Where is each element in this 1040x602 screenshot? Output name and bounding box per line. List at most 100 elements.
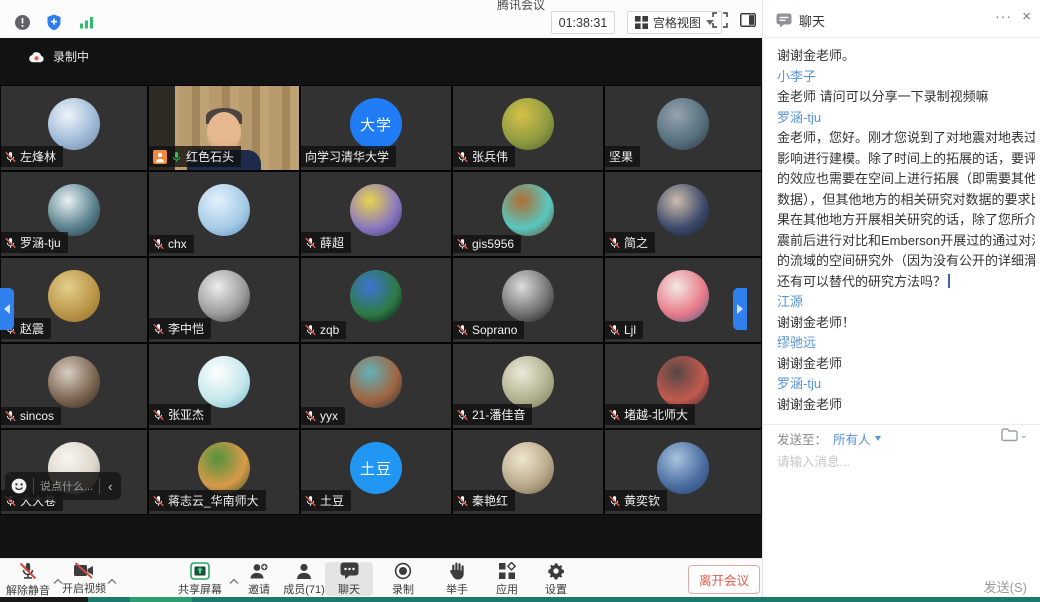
chat-message-line: 的效应也需要在空间上进行拓展（即需要其他地方的相 [777, 169, 1035, 190]
participant-tile[interactable]: gis5956 [453, 172, 603, 256]
collapse-chevron-icon[interactable]: ‹ [106, 479, 114, 494]
avatar [502, 98, 554, 150]
meeting-status-icons [10, 11, 106, 33]
participant-tile[interactable]: 秦艳红 [453, 430, 603, 514]
members-icon [295, 562, 313, 580]
participant-tile[interactable]: chx [149, 172, 299, 256]
participant-name: chx [168, 237, 187, 251]
network-signal-icon[interactable] [74, 11, 98, 33]
mic-muted-icon [457, 238, 468, 250]
toolbar-settings-button[interactable]: 设置 [533, 562, 579, 596]
chat-input[interactable]: 请输入消息... [777, 451, 850, 470]
participant-tile[interactable]: 赵震 [1, 258, 147, 342]
chat-message-line: 震前后进行对比和Emberson开展过的通过对滑坡量不同 [777, 231, 1035, 252]
participant-tile[interactable]: 蒋志云_华南师大 [149, 430, 299, 514]
view-mode-selector[interactable]: 宫格视图 [627, 11, 722, 34]
mic-muted-icon [609, 324, 620, 336]
chat-more-button[interactable]: ··· [995, 8, 1012, 24]
participant-tile[interactable]: 左烽林 [1, 86, 147, 170]
send-to-selector[interactable]: 所有人 [833, 429, 881, 448]
participant-name-tag: 堵越-北师大 [605, 404, 695, 425]
divider [763, 37, 1040, 38]
emoji-smiley-icon[interactable] [11, 478, 27, 494]
security-shield-icon[interactable] [42, 11, 66, 33]
chat-icon [340, 562, 359, 580]
toolbar-members-button[interactable]: 成员(71) [280, 562, 328, 596]
participant-tile[interactable]: 简之 [605, 172, 761, 256]
avatar [502, 184, 554, 236]
mic-live-icon [171, 151, 182, 163]
next-page-arrow[interactable] [733, 288, 747, 330]
send-button[interactable]: 发送(S) [984, 577, 1027, 596]
leave-meeting-button[interactable]: 离开会议 [688, 565, 760, 594]
participant-name: 土豆 [320, 492, 344, 509]
participant-tile[interactable]: 坚果 [605, 86, 761, 170]
participant-name: 向学习清华大学 [305, 148, 389, 165]
chat-message-text: 谢谢金老师。 [777, 46, 1035, 67]
participant-tile[interactable]: yyx [301, 344, 451, 428]
reaction-placeholder[interactable]: 说点什么... [40, 478, 93, 494]
participant-name-tag: 21-潘佳音 [453, 404, 532, 425]
avatar [48, 184, 100, 236]
chat-message-line: 还有可以替代的研究方法吗？ [777, 272, 1035, 293]
chevron-up-icon[interactable] [107, 572, 119, 582]
avatar: 大学 [350, 98, 402, 150]
toolbar-mic-muted-tool-button[interactable]: 解除静音 [2, 562, 54, 596]
participant-tile[interactable]: 黄奕钦 [605, 430, 761, 514]
send-file-button[interactable]: ⌄ [1001, 428, 1028, 442]
avatar [48, 356, 100, 408]
participant-tile[interactable]: 张亚杰 [149, 344, 299, 428]
folder-icon [1001, 428, 1018, 442]
toolbar-label: 邀请 [248, 581, 270, 597]
participant-tile[interactable]: 薛超 [301, 172, 451, 256]
participant-tile[interactable]: 堵越-北师大 [605, 344, 761, 428]
window-title: 腾讯会议 [497, 0, 545, 13]
info-icon[interactable] [10, 11, 34, 33]
side-panel-toggle-button[interactable] [740, 13, 756, 32]
chat-sender-name: 缪驰远 [777, 333, 1035, 354]
chat-sender-name: 罗涵-tju [777, 374, 1035, 395]
participant-tile[interactable]: 红色石头 [149, 86, 299, 170]
mic-muted-icon [5, 410, 16, 422]
chat-sender-name: 小李子 [777, 67, 1035, 88]
toolbar-raise-hand-button[interactable]: 举手 [434, 562, 480, 596]
toolbar-record-button[interactable]: 录制 [380, 562, 426, 596]
participant-name: gis5956 [472, 237, 514, 251]
participant-name-tag: chx [149, 235, 194, 253]
participant-tile[interactable]: 罗涵-tju [1, 172, 147, 256]
toolbar-share-screen-button[interactable]: 共享屏幕 [172, 562, 228, 596]
participant-name: sincos [20, 409, 54, 423]
taskbar-strip-dark [0, 597, 88, 602]
avatar [350, 184, 402, 236]
participant-tile[interactable]: sincos [1, 344, 147, 428]
toolbar-camera-muted-button[interactable]: 开启视频 [56, 562, 112, 596]
participant-tile[interactable]: 21-潘佳音 [453, 344, 603, 428]
participant-tile[interactable]: 张兵伟 [453, 86, 603, 170]
avatar [350, 270, 402, 322]
toolbar-apps-button[interactable]: 应用 [484, 562, 530, 596]
chat-message-text: 金老师 请问可以分享一下录制视频嘛 [777, 87, 1035, 108]
toolbar-invite-button[interactable]: 邀请 [240, 562, 278, 596]
participant-tile[interactable]: 大学向学习清华大学 [301, 86, 451, 170]
avatar [657, 356, 709, 408]
participant-name: 堵越-北师大 [624, 406, 688, 423]
reaction-quick-bar[interactable]: 说点什么... ‹ [5, 472, 121, 500]
avatar [198, 270, 250, 322]
toolbar-label: 解除静音 [6, 582, 50, 598]
toolbar-chat-button[interactable]: 聊天 [325, 562, 373, 596]
participant-tile[interactable]: Soprano [453, 258, 603, 342]
participant-tile[interactable]: 李中恺 [149, 258, 299, 342]
avatar [657, 270, 709, 322]
participant-name-tag: sincos [1, 407, 61, 425]
previous-page-arrow[interactable] [0, 288, 14, 330]
chat-message-line: 的流域的空间研究外（因为没有公开的详细滑坡数据）， [777, 251, 1035, 272]
participant-name-tag: 蒋志云_华南师大 [149, 490, 266, 511]
participant-name-tag: 罗涵-tju [1, 232, 68, 253]
participant-name: 罗涵-tju [20, 234, 61, 251]
chat-close-button[interactable]: × [1022, 8, 1031, 25]
side-panel-icon [740, 13, 756, 27]
fullscreen-button[interactable] [712, 12, 728, 33]
participant-tile[interactable]: zqb [301, 258, 451, 342]
participant-tile[interactable]: 土豆土豆 [301, 430, 451, 514]
toolbar-label: 应用 [496, 581, 518, 597]
